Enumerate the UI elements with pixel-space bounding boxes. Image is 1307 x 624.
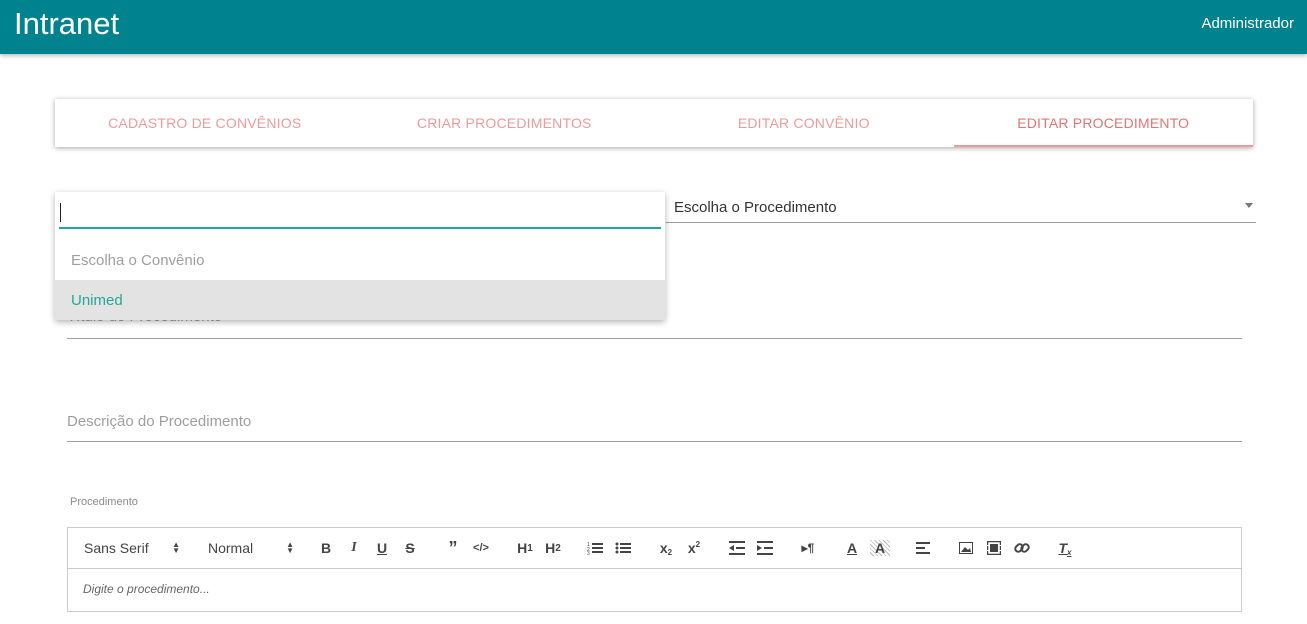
bullet-list-icon[interactable]: [613, 528, 633, 568]
tab-bar: CADASTRO DE CONVÊNIOS CRIAR PROCEDIMENTO…: [55, 99, 1253, 147]
code-block-icon[interactable]: </>: [471, 528, 491, 568]
blockquote-icon[interactable]: ”: [443, 528, 463, 568]
italic-icon[interactable]: I: [344, 528, 364, 568]
user-menu[interactable]: Administrador: [1201, 15, 1294, 32]
ordered-list-icon[interactable]: 123: [585, 528, 605, 568]
size-picker-value: Normal: [208, 540, 254, 556]
picker-arrows-icon: ▲ ▼: [286, 540, 294, 555]
dropdown-caret-icon: [1245, 203, 1253, 208]
clear-format-icon[interactable]: Tx: [1055, 528, 1075, 568]
text-direction-icon[interactable]: ▸¶: [798, 528, 818, 568]
editor-toolbar: Sans Serif ▲ ▼ Normal ▲ ▼ B I U S ” </> H1…: [67, 527, 1242, 569]
font-picker[interactable]: Sans Serif ▲ ▼: [84, 528, 180, 568]
superscript-icon[interactable]: x2: [683, 528, 705, 568]
bold-icon[interactable]: B: [316, 528, 336, 568]
outdent-icon[interactable]: [727, 528, 747, 568]
editor-placeholder: Digite o procedimento...: [83, 582, 210, 596]
picker-arrows-icon: ▲ ▼: [172, 540, 180, 555]
background-color-icon[interactable]: A: [870, 540, 890, 556]
convenio-option-unimed[interactable]: Unimed: [55, 280, 665, 320]
app-title: Intranet: [14, 6, 120, 41]
video-icon[interactable]: [984, 528, 1004, 568]
editor-content[interactable]: Digite o procedimento...: [67, 568, 1242, 612]
tab-editar-convenio[interactable]: EDITAR CONVÊNIO: [654, 99, 954, 147]
text-color-icon[interactable]: A: [842, 528, 862, 568]
editor-label: Procedimento: [70, 496, 138, 508]
procedimento-select-value: Escolha o Procedimento: [674, 199, 837, 216]
font-picker-value: Sans Serif: [84, 540, 149, 556]
tab-cadastro-convenios[interactable]: CADASTRO DE CONVÊNIOS: [55, 99, 355, 147]
header-1-icon[interactable]: H1: [513, 528, 537, 568]
align-left-icon[interactable]: [913, 528, 933, 568]
link-icon[interactable]: [1012, 528, 1032, 568]
underline-icon[interactable]: U: [372, 528, 392, 568]
header-2-icon[interactable]: H2: [541, 528, 565, 568]
descricao-field[interactable]: Descrição do Procedimento: [67, 395, 1242, 442]
text-cursor: [60, 203, 61, 222]
convenio-option-placeholder[interactable]: Escolha o Convênio: [55, 240, 665, 280]
convenio-dropdown: Escolha o Convênio Unimed: [55, 192, 665, 320]
image-icon[interactable]: [956, 528, 976, 568]
tab-editar-procedimento[interactable]: EDITAR PROCEDIMENTO: [953, 99, 1254, 147]
descricao-label: Descrição do Procedimento: [67, 413, 252, 430]
convenio-search-input[interactable]: [59, 198, 661, 229]
svg-text:3: 3: [587, 551, 590, 555]
procedimento-select[interactable]: Escolha o Procedimento: [666, 190, 1256, 223]
strike-icon[interactable]: S: [400, 528, 420, 568]
subscript-icon[interactable]: x2: [655, 528, 677, 568]
indent-icon[interactable]: [755, 528, 775, 568]
tab-criar-procedimentos[interactable]: CRIAR PROCEDIMENTOS: [355, 99, 655, 147]
app-bar: Intranet Administrador: [0, 0, 1307, 54]
size-picker[interactable]: Normal ▲ ▼: [208, 528, 294, 568]
